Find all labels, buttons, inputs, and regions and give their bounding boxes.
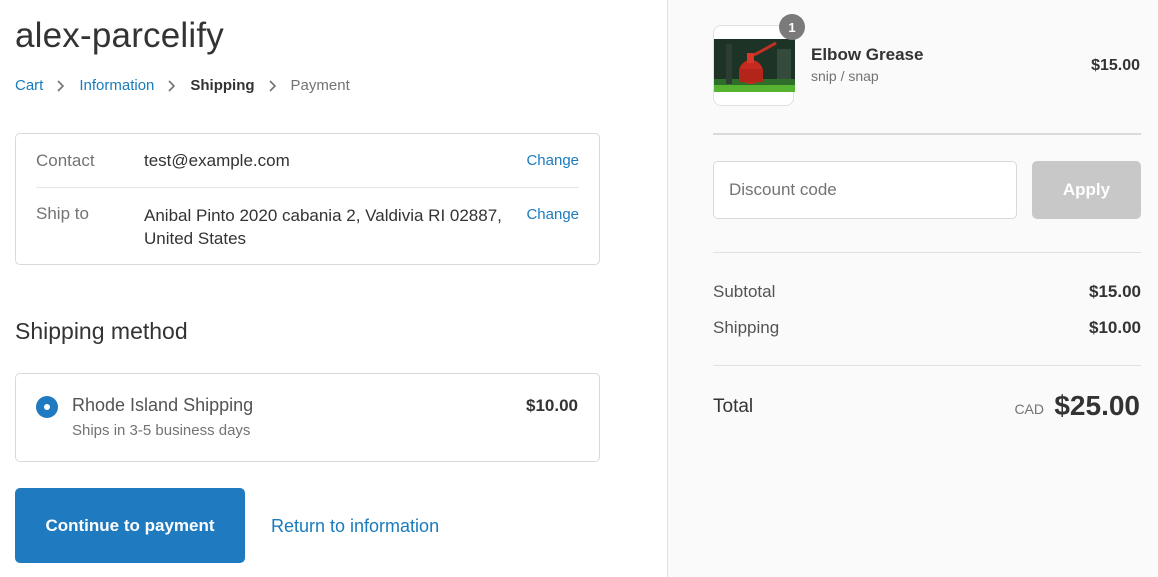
continue-to-payment-button[interactable]: Continue to payment	[15, 488, 245, 563]
subtotal-label: Subtotal	[713, 282, 776, 301]
discount-code-input[interactable]	[713, 161, 1017, 219]
product-price: $15.00	[1091, 57, 1140, 74]
order-summary-sidebar: 1 Elbow Grease snip / snap $15.00 Apply …	[667, 0, 1158, 577]
total-label: Total	[713, 396, 754, 417]
product-variant: snip / snap	[811, 68, 879, 84]
change-ship-to-link[interactable]: Change	[526, 206, 579, 223]
breadcrumb-payment: Payment	[290, 77, 350, 94]
subtotal-value: $15.00	[1089, 282, 1141, 301]
review-value-contact: test@example.com	[144, 151, 290, 170]
review-value-ship-to: Anibal Pinto 2020 cabania 2, Valdivia RI…	[144, 206, 502, 248]
product-thumbnail: 1	[713, 14, 805, 106]
chevron-right-icon	[165, 79, 179, 93]
review-label-ship-to: Ship to	[36, 204, 89, 223]
return-to-information-link[interactable]: Return to information	[271, 516, 439, 537]
total-currency: CAD	[1014, 401, 1044, 417]
divider	[713, 365, 1141, 366]
shop-title: alex-parcelify	[15, 16, 224, 55]
breadcrumb-cart[interactable]: Cart	[15, 77, 43, 94]
total-amount: $25.00	[1054, 390, 1140, 421]
review-label-contact: Contact	[36, 151, 95, 170]
chevron-right-icon	[54, 79, 68, 93]
shipping-value: $10.00	[1089, 318, 1141, 337]
divider	[713, 252, 1141, 253]
shipping-label: Shipping	[713, 318, 780, 337]
shipping-method-option[interactable]: Rhode Island Shipping Ships in 3-5 busin…	[15, 373, 600, 462]
divider	[713, 133, 1141, 135]
change-contact-link[interactable]: Change	[526, 152, 579, 169]
main-content: alex-parcelify Cart Information Shipping…	[0, 0, 667, 577]
apply-discount-button[interactable]: Apply	[1032, 161, 1141, 219]
chevron-right-icon	[266, 79, 280, 93]
breadcrumb-information[interactable]: Information	[79, 77, 154, 94]
shipping-method-description: Ships in 3-5 business days	[72, 422, 251, 439]
shipping-method-name: Rhode Island Shipping	[72, 395, 254, 415]
section-title-shipping-method: Shipping method	[15, 318, 188, 344]
product-name: Elbow Grease	[811, 45, 924, 64]
product-image	[714, 39, 795, 92]
breadcrumb: Cart Information Shipping Payment	[15, 77, 350, 94]
quantity-badge: 1	[779, 14, 805, 40]
breadcrumb-shipping: Shipping	[190, 77, 255, 94]
shipping-method-radio[interactable]	[36, 396, 58, 418]
review-block: Contact test@example.com Change Ship to …	[15, 133, 600, 265]
shipping-method-price: $10.00	[526, 396, 578, 415]
review-row-contact: Contact test@example.com Change	[36, 150, 579, 188]
